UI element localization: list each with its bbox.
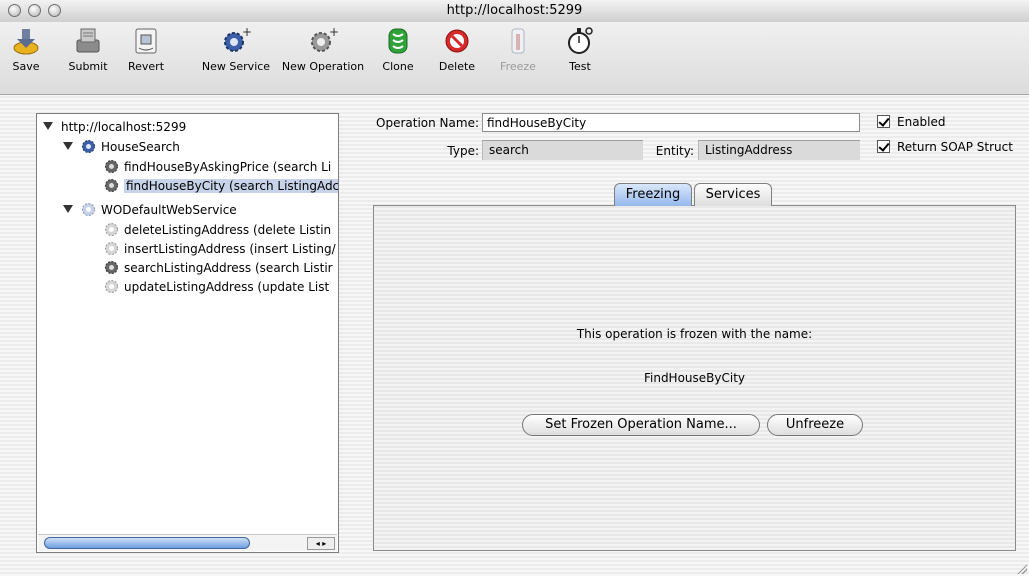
service-tree[interactable]: http://localhost:5299 HouseSearch findHo… [36,113,339,553]
tree-root-node[interactable]: http://localhost:5299 [61,118,186,136]
type-value: search [482,140,643,160]
test-button[interactable]: Test [562,26,598,73]
new-operation-button[interactable]: + New Operation [280,25,366,73]
app-window: http://localhost:5299 Save Submit Revert… [0,0,1029,576]
clone-button[interactable]: Clone [378,26,418,73]
type-label: Type: [447,144,479,158]
tree-operation-searchlistingaddress[interactable]: searchListingAddress (search Listir [104,259,333,277]
freeze-button[interactable]: Freeze [498,26,538,73]
delete-icon [442,26,472,56]
service-icon [81,202,96,217]
enabled-label: Enabled [897,115,946,129]
operation-gear-icon [104,260,119,275]
disclosure-triangle-wodefault[interactable] [63,205,73,213]
tab-freezing[interactable]: Freezing [614,183,692,206]
scrollbar-thumb[interactable] [44,537,250,549]
toolbar: Save Submit Revert + New Service + New O… [0,22,1029,95]
operation-name-input[interactable] [482,113,860,132]
tree-operation-updatelistingaddress[interactable]: updateListingAddress (update List [104,278,329,296]
svg-text:+: + [329,26,338,39]
freeze-icon [503,26,533,56]
tree-operation-deletelistingaddress[interactable]: deleteListingAddress (delete Listin [104,221,331,239]
save-icon [11,26,41,56]
operation-name-label: Operation Name: [376,116,479,130]
svg-text:+: + [242,26,251,39]
return-soap-struct-label: Return SOAP Struct [897,140,1013,154]
revert-button[interactable]: Revert [124,26,168,73]
tree-operation-findhousebyaskingprice[interactable]: findHouseByAskingPrice (search Li [104,158,331,176]
operation-gear-icon [104,279,119,294]
submit-button[interactable]: Submit [66,26,110,73]
title-bar: http://localhost:5299 [0,0,1029,23]
frozen-message: This operation is frozen with the name: [576,327,813,341]
return-soap-struct-checkbox[interactable] [877,140,890,153]
test-stopwatch-icon [565,26,595,56]
submit-icon [73,26,103,56]
new-operation-icon: + [308,25,339,56]
entity-value: ListingAddress [698,140,860,160]
disclosure-triangle-root[interactable] [43,122,53,130]
tree-horizontal-scrollbar[interactable]: ◂ ▸ [38,534,337,551]
tree-service-wodefaultwebservice[interactable]: WODefaultWebService [81,201,237,219]
operation-gear-icon [104,222,119,237]
clone-icon [383,26,413,56]
operation-gear-icon [104,241,119,256]
disclosure-triangle-housesearch[interactable] [63,142,73,150]
operation-gear-icon [104,178,119,193]
tab-services[interactable]: Services [694,183,772,206]
enabled-checkbox[interactable] [877,115,890,128]
scroll-arrows[interactable]: ◂ ▸ [307,537,335,550]
window-title: http://localhost:5299 [446,3,583,18]
new-service-icon: + [221,25,252,56]
entity-label: Entity: [655,144,694,158]
tree-service-housesearch[interactable]: HouseSearch [81,138,180,156]
revert-icon [131,26,161,56]
resize-grip[interactable] [1016,563,1027,574]
operation-gear-icon [104,159,119,174]
tree-operation-insertlistingaddress[interactable]: insertListingAddress (insert Listing/ [104,240,336,258]
tree-operation-findhousebycity[interactable]: findHouseByCity (search ListingAdc [104,177,338,195]
new-service-button[interactable]: + New Service [199,25,273,73]
save-button[interactable]: Save [8,26,44,73]
set-frozen-operation-name-button[interactable]: Set Frozen Operation Name... [522,414,760,436]
frozen-operation-name: FindHouseByCity [643,371,746,385]
delete-button[interactable]: Delete [436,26,478,73]
unfreeze-button[interactable]: Unfreeze [767,414,863,436]
service-icon [81,139,96,154]
